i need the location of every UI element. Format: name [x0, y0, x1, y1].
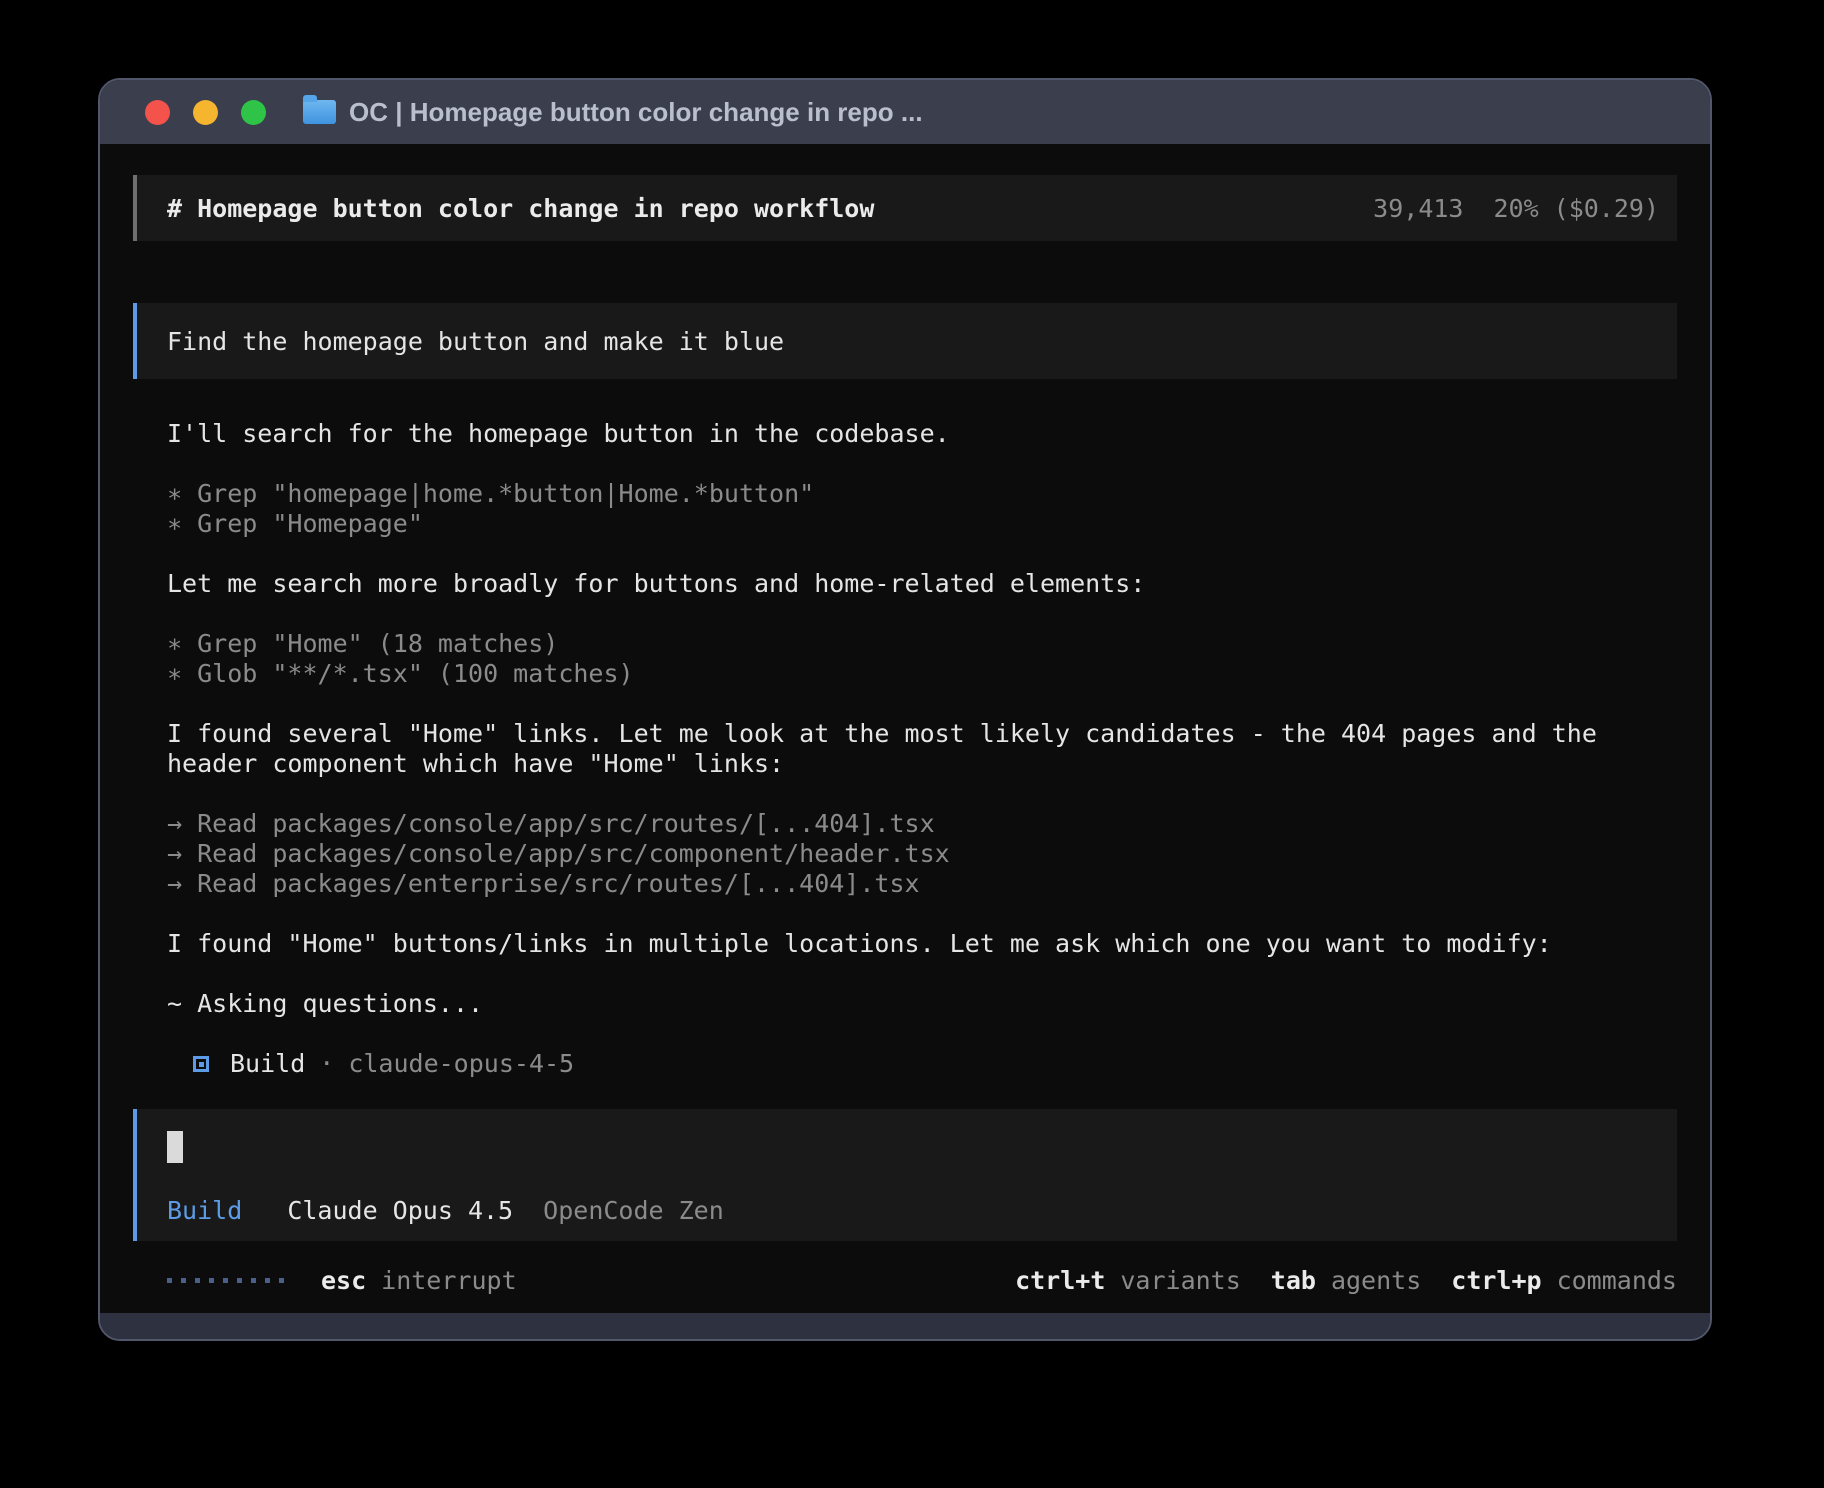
shortcut-ctrl-t: ctrl+t [1015, 1266, 1105, 1295]
context-percent: 20% [1493, 194, 1538, 223]
status-line: ~ Asking questions... [167, 989, 1627, 1019]
window-footer [100, 1313, 1710, 1339]
input-footer: Build Claude Opus 4.5 OpenCode Zen [167, 1196, 724, 1225]
assistant-text: Let me search more broadly for buttons a… [167, 569, 1627, 599]
assistant-text: I found "Home" buttons/links in multiple… [167, 929, 1627, 959]
statusbar-right: ctrl+t variants tab agents ctrl+p comman… [985, 1266, 1677, 1295]
spinner-dot [279, 1278, 284, 1283]
tool-call-grep: ∗ Grep "Homepage" [167, 509, 1627, 539]
shortcut-group: tab agents [1271, 1266, 1421, 1295]
input-model-label[interactable]: Claude Opus 4.5 [287, 1196, 513, 1225]
build-agent-icon [193, 1056, 209, 1072]
session-cost: ($0.29) [1554, 194, 1659, 223]
shortcut-tab-label: agents [1331, 1266, 1421, 1295]
close-button[interactable] [145, 100, 170, 125]
shortcut-group: ctrl+t variants [1015, 1266, 1241, 1295]
shortcut-ctrl-p-label: commands [1557, 1266, 1677, 1295]
tool-call-read: → Read packages/enterprise/src/routes/[.… [167, 869, 1627, 899]
tool-call-glob: ∗ Glob "**/*.tsx" (100 matches) [167, 659, 1627, 689]
terminal-content: # Homepage button color change in repo w… [100, 144, 1710, 1295]
input-provider-label: OpenCode Zen [543, 1196, 724, 1225]
shortcut-ctrl-t-label: variants [1120, 1266, 1240, 1295]
text-cursor [167, 1131, 183, 1163]
spinner-dot [181, 1278, 186, 1283]
shortcut-group: ctrl+p commands [1451, 1266, 1677, 1295]
user-message: Find the homepage button and make it blu… [133, 303, 1677, 379]
agent-badge: Build · claude-opus-4-5 [167, 1049, 1627, 1079]
spinner-dots [167, 1278, 284, 1283]
agent-separator: · [319, 1049, 334, 1079]
spinner-dot [223, 1278, 228, 1283]
session-meta: 39,413 20% ($0.29) [1373, 194, 1659, 223]
tool-call-read: → Read packages/console/app/src/componen… [167, 839, 1627, 869]
tool-call-grep: ∗ Grep "Home" (18 matches) [167, 629, 1627, 659]
tool-call-grep: ∗ Grep "homepage|home.*button|Home.*butt… [167, 479, 1627, 509]
spinner-dot [195, 1278, 200, 1283]
session-header: # Homepage button color change in repo w… [133, 175, 1677, 241]
shortcut-ctrl-p: ctrl+p [1451, 1266, 1541, 1295]
assistant-text: I'll search for the homepage button in t… [167, 419, 1627, 449]
spinner-dot [209, 1278, 214, 1283]
spinner-dot [251, 1278, 256, 1283]
shortcut-esc-label: interrupt [381, 1266, 516, 1295]
prompt-input[interactable]: Build Claude Opus 4.5 OpenCode Zen [133, 1109, 1677, 1241]
user-message-text: Find the homepage button and make it blu… [167, 327, 784, 356]
spinner-dot [265, 1278, 270, 1283]
token-count: 39,413 [1373, 194, 1463, 223]
status-bar: esc interrupt ctrl+t variants tab agents… [133, 1265, 1677, 1295]
session-title: # Homepage button color change in repo w… [167, 194, 1373, 223]
assistant-transcript: I'll search for the homepage button in t… [133, 419, 1627, 1079]
zoom-button[interactable] [241, 100, 266, 125]
spinner-dot [237, 1278, 242, 1283]
minimize-button[interactable] [193, 100, 218, 125]
agent-name: Build [230, 1049, 305, 1079]
terminal-window: OC | Homepage button color change in rep… [98, 78, 1712, 1341]
spinner-dot [167, 1278, 172, 1283]
input-mode-label[interactable]: Build [167, 1196, 242, 1225]
assistant-text: I found several "Home" links. Let me loo… [167, 719, 1627, 779]
folder-icon [303, 100, 336, 124]
window-titlebar[interactable]: OC | Homepage button color change in rep… [100, 80, 1710, 144]
window-title: OC | Homepage button color change in rep… [349, 97, 923, 128]
shortcut-esc: esc [321, 1266, 366, 1295]
tool-call-read: → Read packages/console/app/src/routes/[… [167, 809, 1627, 839]
agent-model: claude-opus-4-5 [348, 1049, 574, 1079]
shortcut-tab: tab [1271, 1266, 1316, 1295]
